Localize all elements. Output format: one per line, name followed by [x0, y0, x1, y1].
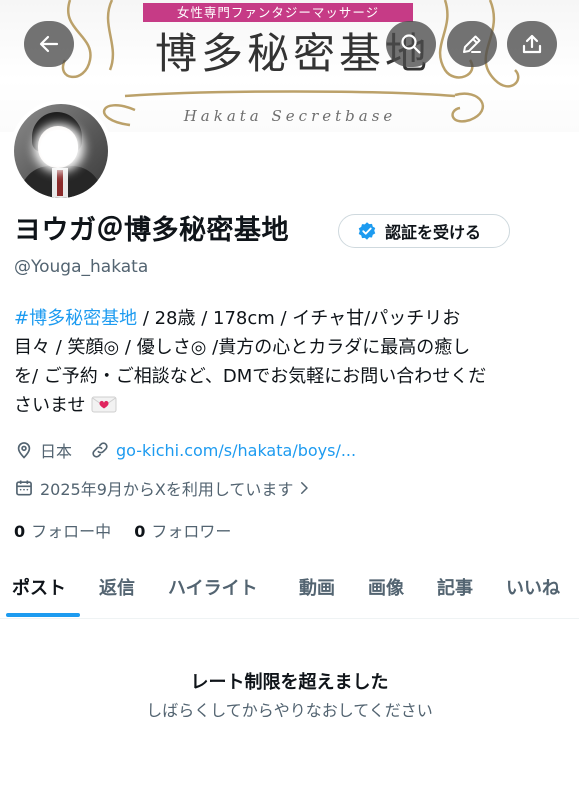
tab-posts[interactable]: ポスト	[12, 574, 66, 600]
rate-limit-message: しばらくしてからやりなおしてください	[146, 701, 433, 720]
link-icon	[92, 442, 108, 458]
share-button[interactable]	[507, 21, 557, 67]
tab-images[interactable]: 画像	[368, 574, 404, 600]
search-button[interactable]	[386, 21, 436, 67]
tab-articles[interactable]: 記事	[437, 574, 473, 600]
avatar-photo	[14, 104, 108, 198]
profile-tabs: ポスト 返信 ハイライト 動画 画像 記事 いいね	[0, 562, 579, 619]
tab-videos[interactable]: 動画	[299, 574, 335, 600]
bio-text-line1: / 28歳 / 178cm / イチャ甘/パッチリお	[137, 308, 461, 329]
calendar-icon	[16, 480, 32, 496]
bio-hashtag-link[interactable]: #博多秘密基地	[14, 308, 137, 329]
get-verified-button[interactable]: 認証を受ける	[338, 214, 510, 248]
location-text: 日本	[40, 442, 73, 461]
following-count: 0	[14, 522, 26, 541]
profile-bio: #博多秘密基地 / 28歳 / 178cm / イチャ甘/パッチリお 目々 / …	[14, 304, 564, 420]
get-verified-label: 認証を受ける	[385, 223, 482, 242]
pencil-icon	[463, 35, 481, 53]
profile-handle: @Youga_hakata	[14, 257, 149, 277]
love-letter-icon	[91, 396, 117, 413]
followers-link[interactable]: 0 フォロワー	[134, 522, 231, 541]
banner-tagline: 女性専門ファンタジーマッサージ	[143, 3, 413, 22]
followers-count: 0	[134, 522, 146, 541]
profile-display-name: ヨウガ＠博多秘密基地	[14, 215, 289, 246]
joined-date-row[interactable]: 2025年9月からXを利用しています	[14, 476, 319, 500]
avatar[interactable]	[10, 100, 112, 202]
profile-meta-location-website: 日本 go-kichi.com/s/hakata/boys/...	[14, 438, 356, 462]
location-pin-icon	[17, 442, 31, 459]
chevron-right-icon	[301, 482, 309, 494]
banner-subtitle: Hakata Secretbase	[183, 107, 397, 125]
edit-button[interactable]	[447, 21, 497, 67]
tab-likes[interactable]: いいね	[506, 574, 560, 600]
rate-limit-title: レート制限を超えました	[190, 672, 389, 693]
website-link[interactable]: go-kichi.com/s/hakata/boys/...	[116, 441, 356, 460]
followers-label: フォロワー	[151, 522, 232, 541]
arrow-left-icon	[39, 35, 59, 53]
search-icon	[401, 34, 421, 54]
tab-highlights[interactable]: ハイライト	[168, 574, 258, 600]
share-icon	[522, 34, 542, 54]
following-link[interactable]: 0 フォロー中	[14, 522, 111, 541]
follow-stats: 0 フォロー中 0 フォロワー	[14, 518, 231, 542]
tab-replies[interactable]: 返信	[99, 574, 135, 600]
following-label: フォロー中	[31, 522, 112, 541]
active-tab-indicator	[6, 613, 80, 617]
bio-text-line4: さいませ	[14, 395, 86, 416]
joined-date-text: 2025年9月からXを利用しています	[40, 480, 294, 499]
bio-text-line3: を/ ご予約・ご相談など、DMでお気軽にお問い合わせくだ	[14, 366, 487, 387]
verified-badge-icon	[358, 222, 376, 240]
back-button[interactable]	[24, 21, 74, 67]
bio-text-line2: 目々 / 笑顔◎ / 優しさ◎ /貴方の心とカラダに最高の癒し	[14, 337, 471, 358]
